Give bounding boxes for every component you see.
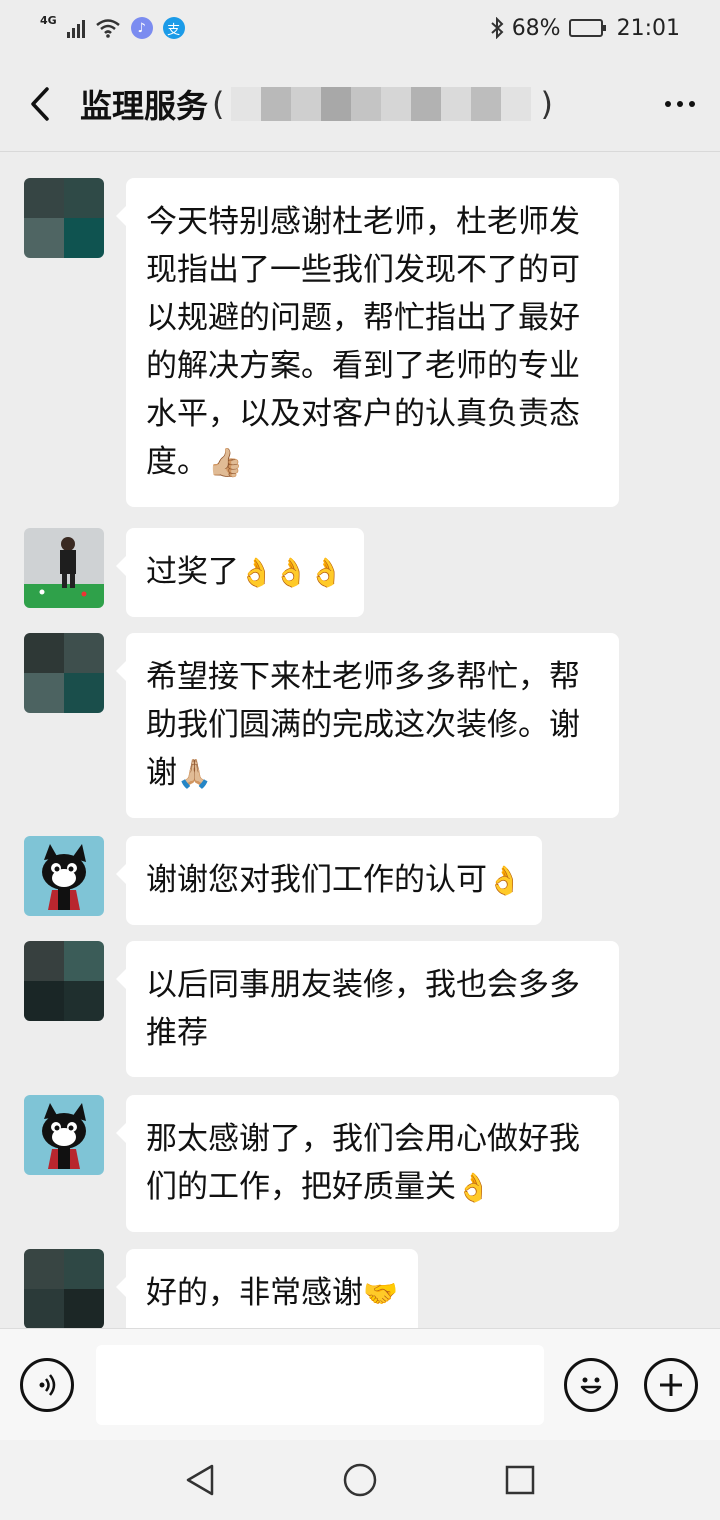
message-bubble[interactable]: 今天特别感谢杜老师，杜老师发现指出了一些我们发现不了的可以规避的问题，帮忙指出了… xyxy=(116,178,619,507)
message-row: 好的，非常感谢🤝 xyxy=(24,1249,418,1328)
more-button[interactable] xyxy=(640,56,720,152)
chat-title-text: 监理服务 xyxy=(80,86,209,125)
chevron-left-icon xyxy=(31,86,49,121)
chat-header: 监理服务 ( ) xyxy=(0,56,720,152)
avatar[interactable] xyxy=(24,941,104,1021)
ok-hand-icon: 👌 xyxy=(487,864,522,897)
chat-title: 监理服务 ( ) xyxy=(80,81,553,127)
avatar[interactable] xyxy=(24,1095,104,1175)
message-bubble[interactable]: 谢谢您对我们工作的认可👌 xyxy=(116,836,542,925)
voice-icon xyxy=(39,1373,56,1396)
ok-hand-icon: 👌 xyxy=(456,1171,491,1204)
plus-button[interactable] xyxy=(644,1357,698,1412)
message-bubble[interactable]: 好的，非常感谢🤝 xyxy=(116,1249,418,1328)
message-row: 今天特别感谢杜老师，杜老师发现指出了一些我们发现不了的可以规避的问题，帮忙指出了… xyxy=(24,178,619,507)
cat-avatar-icon xyxy=(24,836,104,916)
billiards-player-photo xyxy=(24,528,104,608)
pray-icon: 🙏🏼 xyxy=(177,757,212,790)
input-bar xyxy=(0,1328,720,1440)
message-row: 以后同事朋友装修，我也会多多推荐 xyxy=(24,941,619,1077)
triangle-back-icon xyxy=(186,1464,214,1496)
battery-icon xyxy=(568,19,606,37)
message-text: 好的，非常感谢 xyxy=(146,1275,363,1311)
message-row: 希望接下来杜老师多多帮忙，帮助我们圆满的完成这次装修。谢谢🙏🏼 xyxy=(24,633,619,818)
nav-back-button[interactable] xyxy=(170,1450,230,1510)
chat-list[interactable]: 今天特别感谢杜老师，杜老师发现指出了一些我们发现不了的可以规避的问题，帮忙指出了… xyxy=(0,153,720,1328)
message-text: 谢谢您对我们工作的认可 xyxy=(146,862,487,898)
avatar[interactable] xyxy=(24,633,104,713)
status-left: 4G ♪ 支 xyxy=(40,13,185,39)
bluetooth-icon xyxy=(491,17,504,39)
avatar[interactable] xyxy=(24,528,104,608)
message-text: 过奖了 xyxy=(146,554,239,590)
circle-home-icon xyxy=(343,1463,377,1497)
message-input[interactable] xyxy=(96,1344,544,1425)
message-text: 以后同事朋友装修，我也会多多推荐 xyxy=(146,967,580,1051)
avatar[interactable] xyxy=(24,836,104,916)
smiley-icon xyxy=(580,1377,602,1394)
message-row: 那太感谢了，我们会用心做好我们的工作，把好质量关👌 xyxy=(24,1095,619,1232)
emoji-button[interactable] xyxy=(564,1357,618,1412)
title-paren-close: ) xyxy=(540,84,553,123)
redacted-group-name xyxy=(230,86,531,121)
cat-avatar-icon xyxy=(24,1095,104,1175)
nav-home-button[interactable] xyxy=(330,1450,390,1510)
ok-hand-icon: 👌👌👌 xyxy=(239,556,344,589)
voice-button[interactable] xyxy=(20,1357,74,1412)
avatar[interactable] xyxy=(24,178,104,258)
message-bubble[interactable]: 过奖了👌👌👌 xyxy=(116,528,364,617)
plus-icon xyxy=(660,1373,682,1396)
status-right: 68% 21:01 xyxy=(490,16,680,41)
message-bubble[interactable]: 以后同事朋友装修，我也会多多推荐 xyxy=(116,941,619,1077)
back-button[interactable] xyxy=(0,56,80,152)
message-bubble[interactable]: 希望接下来杜老师多多帮忙，帮助我们圆满的完成这次装修。谢谢🙏🏼 xyxy=(116,633,619,818)
avatar[interactable] xyxy=(24,1249,104,1328)
title-paren-open: ( xyxy=(212,84,225,123)
message-text: 那太感谢了，我们会用心做好我们的工作，把好质量关 xyxy=(146,1121,580,1205)
message-row: 过奖了👌👌👌 xyxy=(24,528,364,617)
message-text: 今天特别感谢杜老师，杜老师发现指出了一些我们发现不了的可以规避的问题，帮忙指出了… xyxy=(146,204,580,480)
wifi-icon xyxy=(95,19,120,38)
message-row: 谢谢您对我们工作的认可👌 xyxy=(24,836,542,925)
thumbs-up-icon: 👍🏼 xyxy=(208,446,243,479)
signal-icon xyxy=(66,18,85,38)
music-app-icon: ♪ xyxy=(130,17,153,39)
clock: 21:01 xyxy=(616,15,680,41)
handshake-icon: 🤝 xyxy=(363,1277,398,1310)
battery-percent: 68% xyxy=(511,15,561,41)
nav-recents-button[interactable] xyxy=(490,1450,550,1510)
square-recents-icon xyxy=(505,1465,535,1495)
alipay-app-icon: 支 xyxy=(162,17,185,39)
message-bubble[interactable]: 那太感谢了，我们会用心做好我们的工作，把好质量关👌 xyxy=(116,1095,619,1232)
system-nav-bar xyxy=(0,1440,720,1520)
status-bar: 4G ♪ 支 68% 21:01 xyxy=(0,0,720,56)
network-type: 4G xyxy=(40,13,57,27)
